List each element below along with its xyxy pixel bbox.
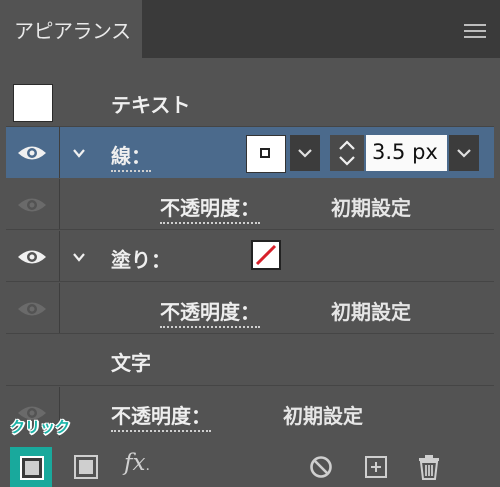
tab-appearance-label: アピアランス: [14, 18, 131, 43]
stroke-weight-stepper[interactable]: [330, 135, 364, 171]
add-new-stroke-icon[interactable]: [19, 455, 45, 481]
characters-row[interactable]: [6, 335, 494, 386]
visibility-eye-icon[interactable]: [16, 246, 48, 268]
opacity-value: 初期設定: [331, 300, 411, 324]
row-divider: [59, 231, 60, 281]
tab-appearance[interactable]: アピアランス: [0, 0, 142, 58]
chevron-down-icon: [457, 149, 471, 158]
stroke-weight-value: 3.5 px: [372, 140, 438, 164]
add-new-fill-icon[interactable]: [74, 455, 98, 479]
chevron-down-icon[interactable]: [72, 146, 86, 160]
row-divider: [59, 283, 60, 333]
chevron-down-icon[interactable]: [72, 250, 86, 264]
text-thumbnail-swatch: [13, 84, 53, 122]
delete-item-icon[interactable]: [418, 454, 440, 480]
hamburger-menu-icon[interactable]: [464, 24, 486, 38]
characters-label: 文字: [111, 351, 151, 375]
stroke-weight-dropdown[interactable]: [449, 135, 479, 171]
text-item-row[interactable]: [6, 76, 494, 127]
opacity-value: 初期設定: [331, 196, 411, 220]
fill-label[interactable]: 塗り：: [111, 244, 171, 273]
text-opacity-row[interactable]: [6, 387, 494, 438]
text-item-label: テキスト: [111, 93, 191, 117]
opacity-value: 初期設定: [283, 404, 363, 428]
stroke-label[interactable]: 線：: [111, 140, 151, 172]
visibility-eye-icon[interactable]: [16, 298, 48, 320]
opacity-label[interactable]: 不透明度：: [111, 400, 211, 432]
stroke-color-swatch[interactable]: [246, 135, 286, 173]
duplicate-item-icon[interactable]: [364, 455, 388, 479]
stroke-weight-input[interactable]: 3.5 px: [366, 135, 447, 171]
clear-appearance-icon[interactable]: [309, 455, 333, 479]
opacity-label[interactable]: 不透明度：: [160, 192, 260, 224]
add-effect-fx-icon[interactable]: fx.: [124, 450, 164, 480]
fill-none-swatch[interactable]: [251, 240, 281, 270]
row-divider: [59, 127, 60, 178]
fx-label: fx: [124, 450, 146, 476]
chevron-down-icon: [298, 149, 312, 158]
visibility-eye-icon[interactable]: [16, 194, 48, 216]
none-slash-icon: [255, 244, 277, 266]
row-divider: [59, 179, 60, 229]
opacity-label[interactable]: 不透明度：: [160, 296, 260, 328]
panel-tab-bar: アピアランス: [0, 0, 500, 58]
click-annotation-label: クリック: [10, 418, 71, 436]
stroke-color-dropdown[interactable]: [290, 135, 320, 171]
stepper-arrows-icon: [339, 140, 355, 166]
visibility-eye-icon[interactable]: [16, 142, 48, 164]
